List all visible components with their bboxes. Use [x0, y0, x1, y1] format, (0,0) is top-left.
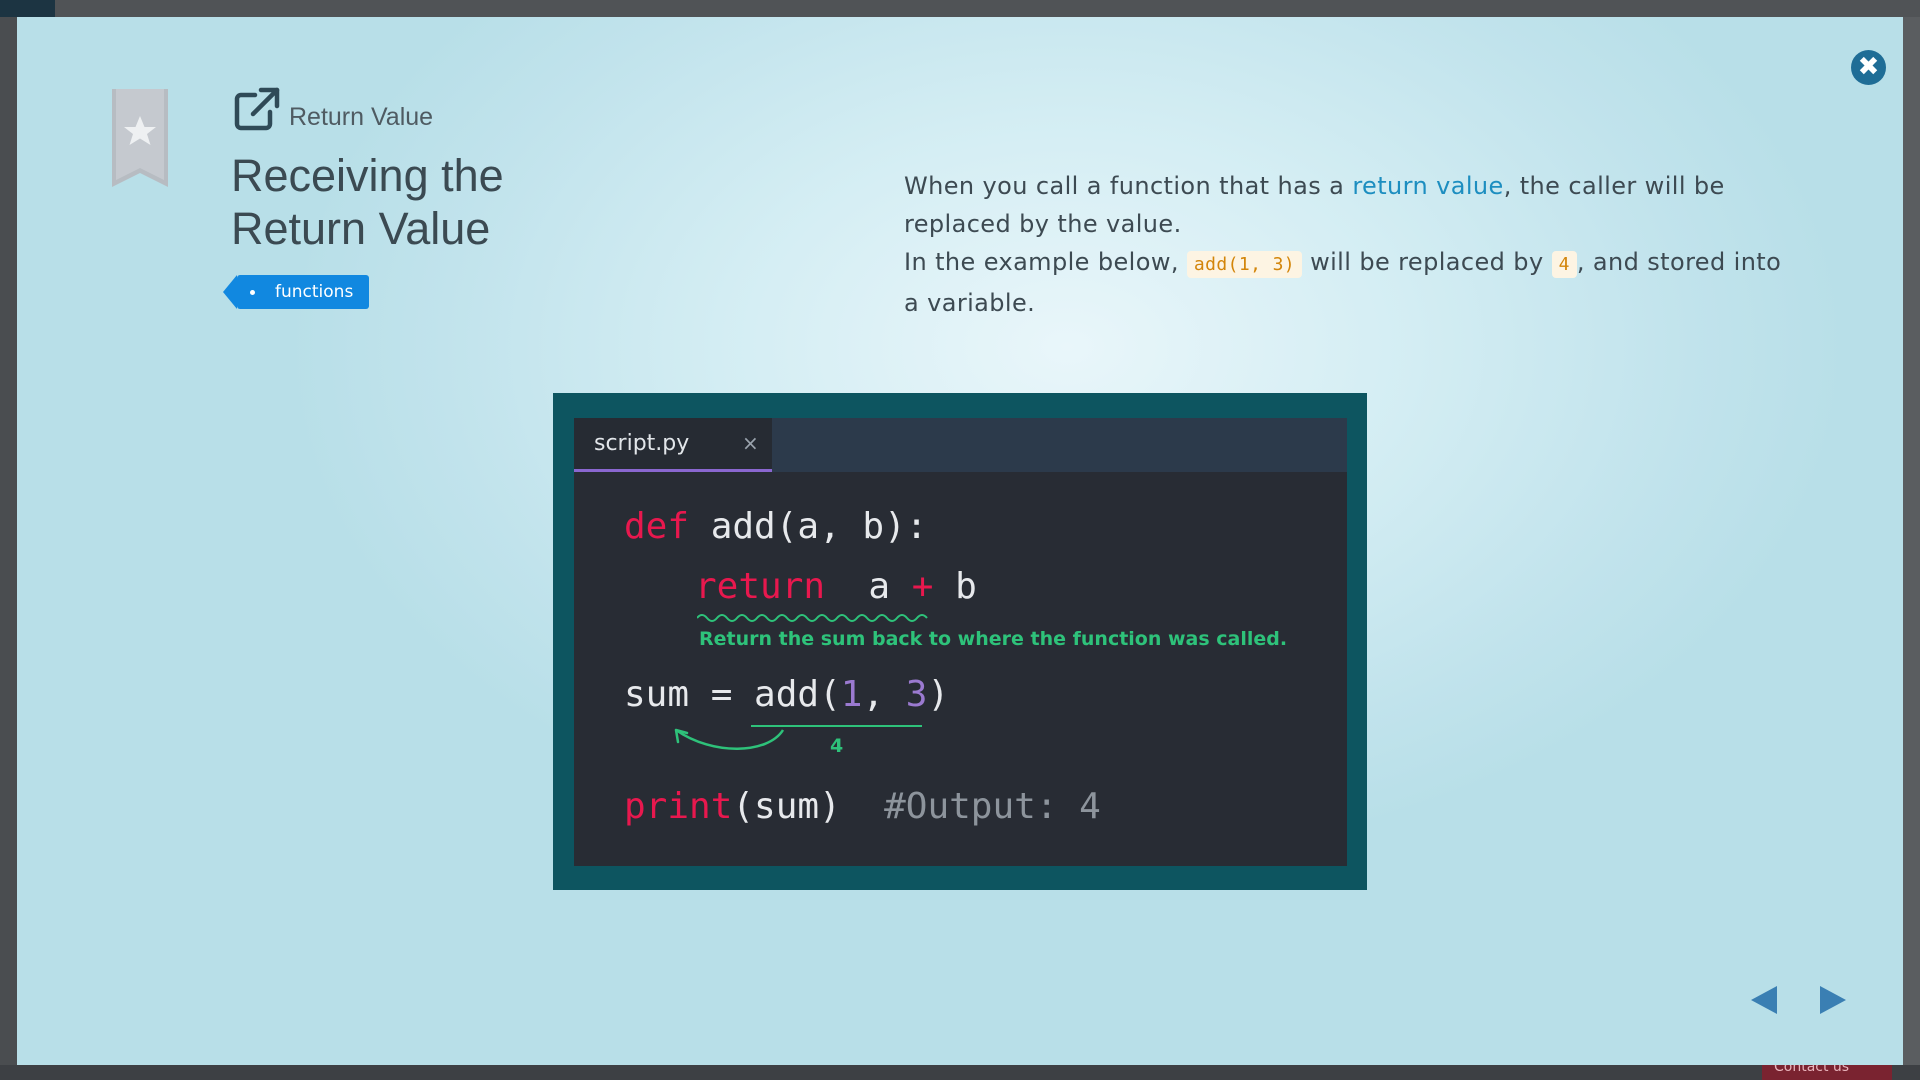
background-top-bar	[0, 0, 1920, 17]
number-literal: 1	[840, 674, 863, 715]
lesson-label: Return Value	[289, 103, 434, 131]
result-label: 4	[830, 735, 844, 757]
code-line-2: return a + b	[695, 566, 977, 607]
page-title: Receiving the Return Value	[231, 150, 504, 254]
description-paragraph-2: In the example below, add(1, 3) will be …	[904, 243, 1804, 322]
tab-script-py[interactable]: script.py ×	[574, 418, 772, 472]
inline-code: 4	[1551, 251, 1577, 278]
squiggle-underline	[697, 614, 928, 622]
code-line-4: print(sum) #Output: 4	[624, 786, 1101, 827]
external-link-icon[interactable]	[233, 86, 281, 132]
desc-text: will be replaced by	[1302, 248, 1552, 276]
code-line-3: sum = add(1, 3)	[624, 674, 949, 715]
code-text: a	[825, 566, 912, 607]
code-comment: #Output: 4	[840, 786, 1101, 827]
tag-dot-icon	[250, 290, 255, 295]
inline-code: add(1, 3)	[1186, 251, 1303, 278]
return-value-link[interactable]: return value	[1352, 172, 1503, 200]
close-icon[interactable]: ✖	[1851, 50, 1886, 85]
number-literal: 3	[905, 674, 928, 715]
next-arrow-icon[interactable]	[1816, 984, 1850, 1016]
prev-arrow-icon[interactable]	[1747, 984, 1781, 1016]
code-text: add(a, b):	[689, 506, 928, 547]
bookmark-star-icon[interactable]	[112, 89, 168, 187]
code-text: b	[933, 566, 977, 607]
desc-text: In the example below,	[904, 248, 1187, 276]
annotation-note: Return the sum back to where the functio…	[699, 628, 1288, 650]
curved-arrow-icon	[674, 728, 785, 750]
description: When you call a function that has a retu…	[904, 167, 1804, 322]
keyword-def: def	[624, 506, 690, 547]
code-text: (sum)	[732, 786, 841, 827]
keyword-return: return	[695, 566, 826, 607]
background-corner	[0, 0, 55, 17]
desc-text: When you call a function that has a	[904, 172, 1353, 200]
tab-close-icon[interactable]: ×	[742, 431, 759, 455]
code-text: )	[927, 674, 950, 715]
tag-functions[interactable]: functions	[222, 275, 370, 309]
tab-label: script.py	[594, 431, 690, 456]
tag-label: functions	[275, 282, 354, 302]
operator-plus: +	[911, 566, 934, 607]
code-text: sum = add(	[624, 674, 841, 715]
background-right-bar	[1903, 17, 1920, 1065]
code-line-1: def add(a, b):	[624, 506, 927, 547]
background-bottom-bar	[0, 1065, 1920, 1080]
code-text: ,	[862, 674, 906, 715]
description-paragraph-1: When you call a function that has a retu…	[904, 167, 1804, 243]
builtin-print: print	[624, 786, 733, 827]
